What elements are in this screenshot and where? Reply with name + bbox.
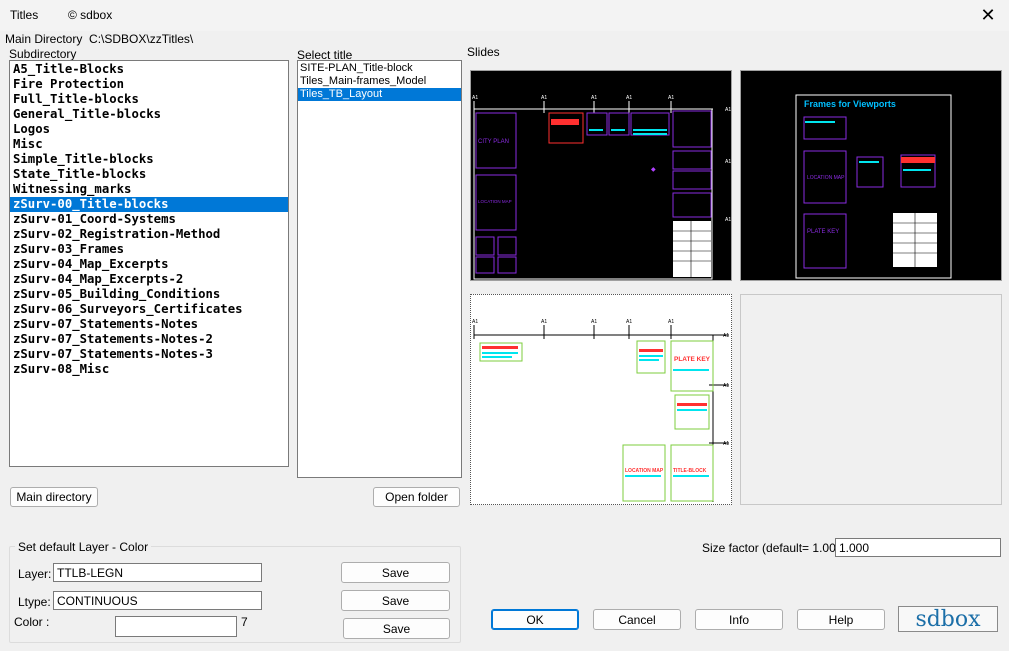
slide1-tick-5: A1	[668, 95, 674, 101]
slide1-tick-1: A1	[472, 95, 478, 101]
subdirectory-item[interactable]: Witnessing_marks	[10, 182, 288, 197]
title-item[interactable]: Tiles_Main-frames_Model	[298, 75, 461, 88]
color-swatch-field[interactable]	[115, 616, 237, 637]
title-list[interactable]: SITE-PLAN_Title-block Tiles_Main-frames_M…	[297, 60, 462, 478]
save-color-button[interactable]: Save	[343, 618, 450, 639]
title-item[interactable]: Tiles_TB_Layout	[298, 88, 461, 101]
subdirectory-item[interactable]: State_Title-blocks	[10, 167, 288, 182]
save-layer-button[interactable]: Save	[341, 562, 450, 583]
window-title: Titles	[10, 8, 39, 22]
slide1-city-plan: CITY PLAN	[478, 139, 509, 145]
subdirectory-item[interactable]: zSurv-07_Statements-Notes-3	[10, 347, 288, 362]
slide3-plate-key: PLATE KEY	[674, 356, 711, 363]
slide1-side-3: A1	[725, 217, 731, 223]
subdirectory-item[interactable]: A5_Title-Blocks	[10, 62, 288, 77]
subdirectory-item[interactable]: Logos	[10, 122, 288, 137]
slide3-side-3: A1	[723, 441, 729, 447]
open-folder-button[interactable]: Open folder	[373, 487, 460, 507]
subdirectory-item[interactable]: zSurv-03_Frames	[10, 242, 288, 257]
slide1-location-map: LOCATION MAP	[478, 199, 512, 204]
slide3-tick-2: A1	[541, 319, 547, 325]
slide2-title: Frames for Viewports	[804, 99, 896, 109]
svg-text:◆: ◆	[651, 167, 656, 173]
slide1-tick-4: A1	[626, 95, 632, 101]
subdirectory-item[interactable]: Simple_Title-blocks	[10, 152, 288, 167]
layer-color-group-title: Set default Layer - Color	[15, 540, 152, 554]
main-directory-button[interactable]: Main directory	[10, 487, 98, 507]
slide1-tick-3: A1	[591, 95, 597, 101]
cancel-button[interactable]: Cancel	[593, 609, 681, 630]
subdirectory-item[interactable]: zSurv-00_Title-blocks	[10, 197, 288, 212]
subdirectory-item[interactable]: Fire Protection	[10, 77, 288, 92]
slide3-location-map: LOCATION MAP	[625, 468, 664, 474]
subdirectory-item[interactable]: zSurv-05_Building_Conditions	[10, 287, 288, 302]
size-factor-input[interactable]: 1.000	[835, 538, 1001, 557]
slide1-tick-2: A1	[541, 95, 547, 101]
close-icon[interactable]: ✕	[975, 4, 1001, 26]
subdirectory-item[interactable]: Full_Title-blocks	[10, 92, 288, 107]
subdirectory-item[interactable]: zSurv-08_Misc	[10, 362, 288, 377]
subdirectory-item[interactable]: zSurv-01_Coord-Systems	[10, 212, 288, 227]
slide3-side-2: A1	[723, 383, 729, 389]
ltype-label: Ltype:	[18, 595, 51, 609]
slide2-location-map: LOCATION MAP	[807, 175, 845, 181]
ok-button[interactable]: OK	[491, 609, 579, 630]
slides-label: Slides	[467, 45, 500, 59]
sdbox-logo: sdbox	[898, 606, 998, 632]
save-ltype-button[interactable]: Save	[341, 590, 450, 611]
subdirectory-item[interactable]: zSurv-04_Map_Excerpts-2	[10, 272, 288, 287]
layer-input[interactable]: TTLB-LEGN	[53, 563, 262, 582]
subdirectory-item[interactable]: Misc	[10, 137, 288, 152]
main-directory-label: Main Directory	[5, 32, 83, 46]
slide1-side-1: A1	[725, 107, 731, 113]
slide3-tick-5: A1	[668, 319, 674, 325]
subdirectory-item[interactable]: zSurv-07_Statements-Notes	[10, 317, 288, 332]
slide-3[interactable]: A1 A1 A1 A1 A1 A1 A1 A1 PLATE KEY LOCATI…	[470, 294, 732, 505]
slide-2[interactable]: Frames for Viewports LOCATION MAP PLATE …	[740, 70, 1002, 281]
slide3-side-1: A1	[723, 333, 729, 339]
title-item[interactable]: SITE-PLAN_Title-block	[298, 62, 461, 75]
slide-1[interactable]: A1 A1 A1 A1 A1 A1 A1 A1 CITY PLAN LOCATI…	[470, 70, 732, 281]
subdirectory-item[interactable]: zSurv-07_Statements-Notes-2	[10, 332, 288, 347]
color-number: 7	[241, 615, 248, 629]
subdirectory-label: Subdirectory	[9, 47, 77, 61]
slide3-tick-1: A1	[472, 319, 478, 325]
color-label: Color :	[14, 615, 50, 629]
slide-4[interactable]	[740, 294, 1002, 505]
slide2-plate-key: PLATE KEY	[807, 229, 839, 235]
slide3-tick-4: A1	[626, 319, 632, 325]
ltype-input[interactable]: CONTINUOUS	[53, 591, 262, 610]
help-button[interactable]: Help	[797, 609, 885, 630]
main-directory-path: C:\SDBOX\zzTitles\	[89, 32, 194, 46]
info-button[interactable]: Info	[695, 609, 783, 630]
main-directory-line: Main Directory C:\SDBOX\zzTitles\	[5, 32, 193, 46]
slide3-tick-3: A1	[591, 319, 597, 325]
layer-label: Layer:	[18, 567, 52, 581]
subdirectory-item[interactable]: zSurv-06_Surveyors_Certificates	[10, 302, 288, 317]
title-bar: Titles © sdbox ✕	[0, 0, 1009, 31]
subdirectory-item[interactable]: zSurv-02_Registration-Method	[10, 227, 288, 242]
size-factor-label: Size factor (default= 1.00):	[702, 541, 844, 555]
window-copyright: © sdbox	[68, 8, 113, 22]
slide3-title-block: TITLE-BLOCK	[673, 468, 707, 474]
subdirectory-list[interactable]: A5_Title-Blocks Fire Protection Full_Title…	[9, 60, 289, 467]
subdirectory-item[interactable]: zSurv-04_Map_Excerpts	[10, 257, 288, 272]
subdirectory-item[interactable]: General_Title-blocks	[10, 107, 288, 122]
slide1-side-2: A1	[725, 159, 731, 165]
